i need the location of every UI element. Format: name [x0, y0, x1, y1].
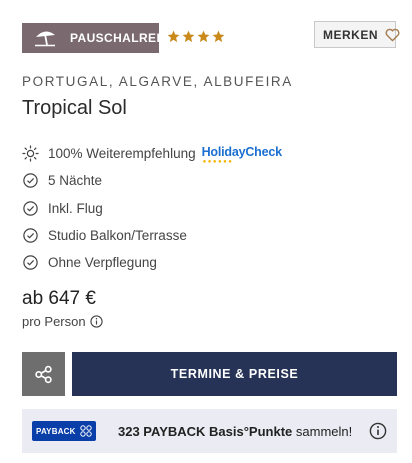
- sun-icon: [22, 145, 39, 162]
- termine-preise-button[interactable]: TERMINE & PREISE: [72, 352, 397, 396]
- holidaycheck-text: HolidayCheck: [201, 144, 282, 159]
- share-button[interactable]: [22, 352, 65, 396]
- merken-label: MERKEN: [323, 27, 379, 42]
- price: ab 647 €: [22, 288, 96, 309]
- location-breadcrumb: PORTUGAL, ALGARVE, ALBUFEIRA: [22, 74, 293, 89]
- feature-label: Ohne Verpflegung: [48, 255, 157, 271]
- star-icon: [197, 30, 210, 43]
- feature-label: 5 Nächte: [48, 173, 103, 189]
- holidaycheck-rating-dots: ●●●●●●: [202, 158, 234, 165]
- star-icon: [212, 30, 225, 43]
- payback-dots-icon: [79, 425, 92, 437]
- info-icon[interactable]: [89, 315, 103, 328]
- badge-label: PAUSCHALREISE: [70, 31, 177, 45]
- beach-umbrella-icon: [33, 29, 57, 47]
- payback-banner: PAYBACK 323 PAYBACK Basis°Punkte sammeln…: [22, 409, 397, 453]
- heart-icon: [385, 28, 400, 42]
- price-per-person: pro Person: [22, 314, 103, 329]
- feature-item: Studio Balkon/Terrasse: [22, 222, 282, 249]
- payback-points: 323 PAYBACK Basis°Punkte: [118, 423, 293, 439]
- feature-list: 100% Weiterempfehlung HolidayCheck ●●●●●…: [22, 140, 282, 276]
- payback-logo: PAYBACK: [32, 421, 96, 441]
- hotel-name[interactable]: Tropical Sol: [22, 97, 127, 120]
- holidaycheck-logo[interactable]: HolidayCheck ●●●●●●: [201, 144, 282, 165]
- check-circle-icon: [22, 172, 39, 189]
- payback-suffix: sammeln!: [295, 423, 353, 439]
- feature-label: Inkl. Flug: [48, 200, 103, 216]
- feature-item: Ohne Verpflegung: [22, 249, 282, 276]
- check-circle-icon: [22, 254, 39, 271]
- feature-item: 100% Weiterempfehlung HolidayCheck ●●●●●…: [22, 140, 282, 167]
- payback-logo-text: PAYBACK: [36, 426, 76, 436]
- package-badge: PAUSCHALREISE: [22, 23, 177, 53]
- share-icon: [34, 365, 53, 384]
- check-circle-icon: [22, 227, 39, 244]
- merken-button[interactable]: MERKEN: [314, 21, 400, 48]
- feature-label: 100% Weiterempfehlung: [48, 146, 196, 162]
- info-icon[interactable]: [369, 422, 387, 440]
- feature-item: Inkl. Flug: [22, 195, 282, 222]
- feature-label: Studio Balkon/Terrasse: [48, 228, 187, 244]
- star-icon: [167, 30, 180, 43]
- offer-card: PAUSCHALREISE MERKEN PORTUGAL, ALGARVE, …: [0, 0, 412, 463]
- check-circle-icon: [22, 200, 39, 217]
- feature-item: 5 Nächte: [22, 167, 282, 194]
- star-icon: [182, 30, 195, 43]
- star-rating: [167, 30, 225, 43]
- payback-points-text: 323 PAYBACK Basis°Punkte sammeln!: [118, 424, 352, 439]
- price-per-label: pro Person: [22, 314, 86, 329]
